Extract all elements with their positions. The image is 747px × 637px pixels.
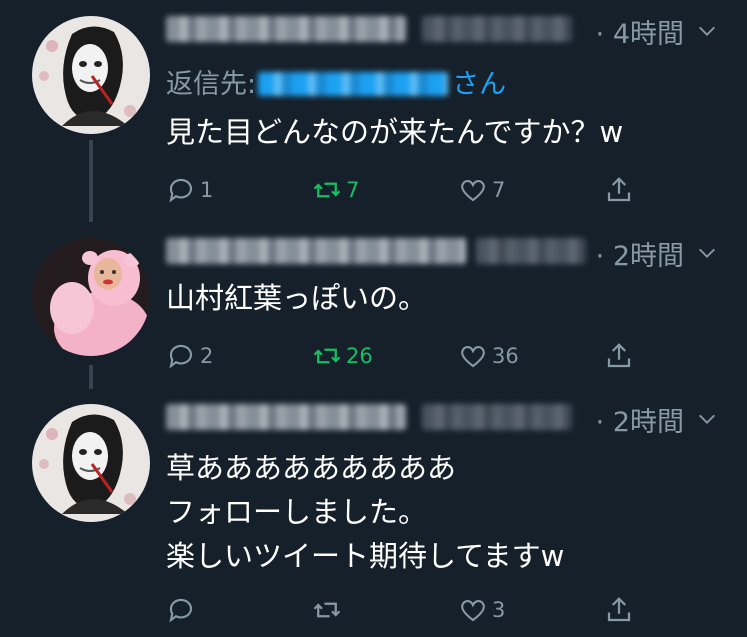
reply-count: 2 [200, 344, 214, 368]
retweet-button[interactable] [312, 592, 346, 628]
like-count: 7 [492, 178, 506, 202]
reply-suffix: さん [452, 69, 507, 100]
reply-icon [169, 598, 193, 623]
avatar[interactable] [32, 404, 150, 522]
tweet-text-line: 楽しいツイート期待してますw [166, 539, 565, 573]
reply-icon [169, 344, 193, 369]
like-count: 36 [492, 344, 519, 368]
tweet-text-line: 見た目どんなのが来たんですか？w [166, 115, 624, 149]
retweet-count: 7 [346, 178, 360, 202]
chevron-down-icon[interactable] [696, 408, 718, 430]
reply-icon [169, 178, 193, 203]
display-name-blurred[interactable] [166, 16, 406, 42]
reply-button[interactable] [166, 592, 200, 628]
like-icon [461, 346, 485, 368]
chevron-down-icon[interactable] [696, 20, 718, 42]
reply-prefix: 返信先: [166, 69, 257, 100]
retweet-button[interactable]: 26 [312, 338, 373, 374]
avatar-image [32, 16, 150, 134]
tweet-header: · 2時間 [166, 230, 726, 273]
timestamp[interactable]: · 2時間 [596, 234, 684, 273]
display-name-blurred[interactable] [166, 404, 406, 430]
reply-button[interactable]: 1 [166, 172, 213, 208]
tweet[interactable]: · 2時間 草あああああああああ フォローしました。 楽しいツイート期待してます… [0, 388, 747, 637]
like-icon [461, 600, 485, 622]
retweet-icon [313, 348, 341, 364]
retweet-icon [313, 182, 341, 198]
like-count: 3 [492, 598, 506, 622]
tweet-header: · 4時間 [166, 8, 726, 51]
tweet-actions: 2 26 36 [166, 338, 646, 374]
like-button[interactable]: 3 [458, 592, 505, 628]
share-icon [607, 343, 631, 368]
tweet-actions: 3 [166, 592, 646, 628]
tweet-text-line: 山村紅葉っぽいの。 [166, 281, 428, 315]
timestamp[interactable]: · 4時間 [596, 12, 684, 51]
tweet-text-line: フォローしました。 [166, 495, 428, 529]
tweet-text: 見た目どんなのが来たんですか？w [166, 112, 623, 152]
like-button[interactable]: 7 [458, 172, 505, 208]
share-button[interactable] [604, 172, 638, 208]
avatar[interactable] [32, 16, 150, 134]
handle-blurred[interactable] [476, 238, 586, 264]
share-button[interactable] [604, 592, 638, 628]
reply-button[interactable]: 2 [166, 338, 213, 374]
display-name-blurred[interactable] [166, 238, 466, 264]
share-icon [607, 597, 631, 622]
avatar-image [32, 238, 150, 356]
share-button[interactable] [604, 338, 638, 374]
timestamp[interactable]: · 2時間 [596, 400, 684, 439]
retweet-icon [313, 602, 341, 618]
reply-count: 1 [200, 178, 214, 202]
tweet-text-line: 草あああああああああ [166, 451, 457, 485]
like-button[interactable]: 36 [458, 338, 519, 374]
tweet-text: 草あああああああああ フォローしました。 楽しいツイート期待してますw [166, 446, 564, 578]
tweet[interactable]: · 4時間 返信先: さん 見た目どんなのが来たんですか？w 1 7 7 [0, 0, 747, 225]
replying-to: 返信先: さん [166, 62, 506, 101]
tweet-text: 山村紅葉っぽいの。 [166, 278, 427, 318]
avatar-image [32, 404, 150, 522]
tweet-header: · 2時間 [166, 396, 726, 439]
avatar[interactable] [32, 238, 150, 356]
handle-blurred[interactable] [422, 404, 572, 430]
chevron-down-icon[interactable] [696, 242, 718, 264]
retweet-button[interactable]: 7 [312, 172, 359, 208]
share-icon [607, 177, 631, 202]
retweet-count: 26 [346, 344, 373, 368]
tweet-actions: 1 7 7 [166, 172, 646, 208]
tweet[interactable]: · 2時間 山村紅葉っぽいの。 2 26 36 [0, 222, 747, 390]
like-icon [461, 180, 485, 202]
reply-handle-blurred[interactable] [258, 72, 449, 96]
handle-blurred[interactable] [422, 16, 572, 42]
